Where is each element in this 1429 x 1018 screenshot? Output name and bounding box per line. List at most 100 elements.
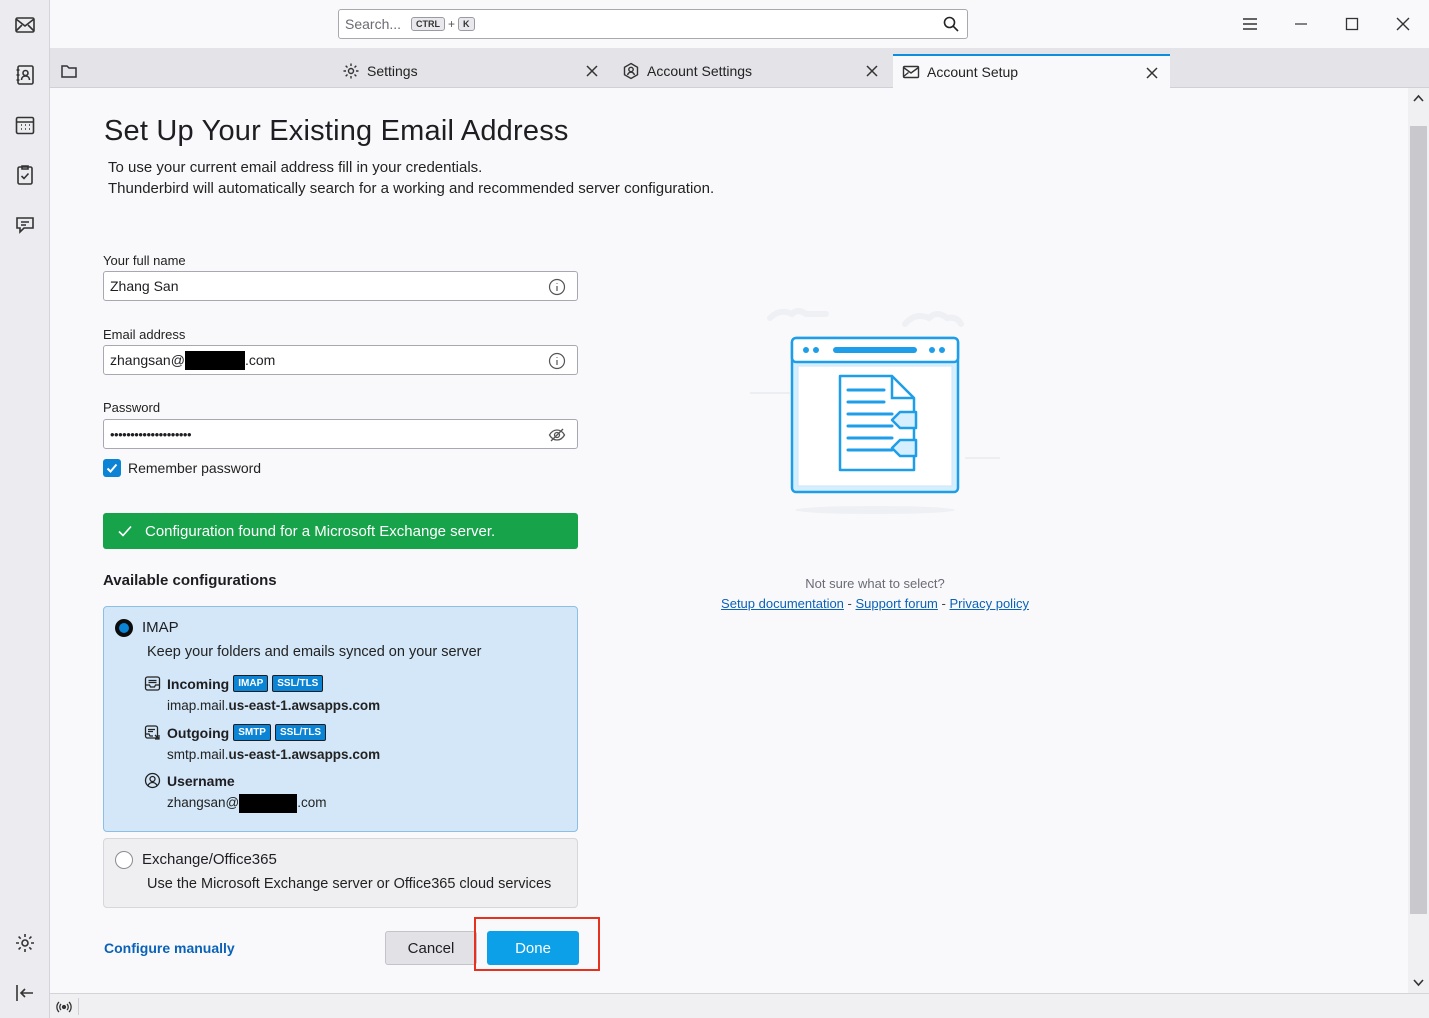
- incoming-label: Incoming: [167, 675, 230, 692]
- status-divider: [78, 998, 79, 1015]
- outgoing-protocol-badge: SMTP: [233, 724, 271, 741]
- email-suffix: .com: [244, 352, 276, 368]
- incoming-host-domain: us-east-1.awsapps.com: [228, 698, 381, 713]
- app-menu-button[interactable]: [1238, 12, 1262, 36]
- redacted-block: [184, 350, 245, 370]
- username-label: Username: [167, 772, 235, 789]
- email-label: Email address: [103, 327, 186, 342]
- global-search-input[interactable]: Search... CTRL + K: [338, 9, 968, 39]
- tab-account-setup[interactable]: Account Setup: [893, 54, 1170, 88]
- setup-illustration: [750, 308, 1000, 514]
- folder-icon: [61, 65, 77, 78]
- highlight-box: [474, 917, 600, 971]
- username-value: zhangsan@ .com: [167, 794, 327, 813]
- exchange-desc: Use the Microsoft Exchange server or Off…: [147, 876, 552, 892]
- full-name-input[interactable]: Zhang San: [103, 271, 578, 301]
- radio-selected-icon[interactable]: [115, 619, 133, 637]
- kbd-k: K: [458, 17, 475, 31]
- radio-unselected-icon[interactable]: [115, 851, 133, 869]
- tab-label: Settings: [367, 63, 418, 79]
- user-circle-icon: [144, 772, 161, 789]
- mail-icon[interactable]: [12, 12, 38, 38]
- link-separator: -: [941, 596, 946, 611]
- tasks-icon[interactable]: [12, 162, 38, 188]
- incoming-host-prefix: imap.mail.: [167, 698, 229, 713]
- maximize-icon: [1345, 17, 1359, 31]
- settings-gear-icon[interactable]: [12, 930, 38, 956]
- username-row: Username: [144, 772, 235, 789]
- close-icon: [866, 65, 878, 77]
- email-prefix: zhangsan@: [110, 352, 185, 368]
- username-suffix: .com: [297, 795, 327, 811]
- online-status-icon[interactable]: [56, 999, 72, 1015]
- outbox-icon: [144, 725, 160, 740]
- info-icon[interactable]: [548, 352, 566, 370]
- status-bar: [50, 993, 1429, 1018]
- checkmark-icon: [118, 525, 132, 537]
- close-icon: [1396, 17, 1410, 31]
- minimize-icon: [1295, 23, 1307, 25]
- checkbox-checked-icon[interactable]: [103, 459, 121, 477]
- maximize-button[interactable]: [1340, 12, 1364, 36]
- spaces-toolbar: [0, 0, 50, 1018]
- scroll-up-icon[interactable]: [1412, 92, 1425, 105]
- tab-close-button[interactable]: [1142, 63, 1162, 83]
- eye-slash-icon[interactable]: [548, 426, 566, 444]
- password-label: Password: [103, 400, 161, 415]
- tab-close-button[interactable]: [582, 61, 602, 81]
- minimize-button[interactable]: [1289, 12, 1313, 36]
- password-input[interactable]: ••••••••••••••••••••: [103, 419, 578, 449]
- exchange-title: Exchange/Office365: [142, 851, 277, 868]
- config-found-banner: Configuration found for a Microsoft Exch…: [103, 513, 578, 549]
- chat-icon[interactable]: [12, 212, 38, 238]
- kbd-ctrl: CTRL: [411, 17, 446, 31]
- tab-account-settings[interactable]: Account Settings: [622, 54, 890, 88]
- support-forum-link[interactable]: Support forum: [856, 596, 938, 611]
- privacy-policy-link[interactable]: Privacy policy: [949, 596, 1028, 611]
- account-setup-page: Set Up Your Existing Email Address To us…: [50, 88, 1408, 993]
- cancel-button[interactable]: Cancel: [385, 931, 477, 965]
- vertical-scrollbar[interactable]: [1408, 88, 1429, 993]
- configure-manually-link[interactable]: Configure manually: [104, 940, 235, 956]
- kbd-plus: +: [448, 17, 456, 31]
- full-name-label: Your full name: [103, 253, 186, 268]
- outgoing-host: smtp.mail.us-east-1.awsapps.com: [167, 747, 380, 762]
- account-icon: [623, 62, 639, 80]
- incoming-host: imap.mail.us-east-1.awsapps.com: [167, 698, 380, 713]
- address-book-icon[interactable]: [12, 62, 38, 88]
- imap-desc: Keep your folders and emails synced on y…: [147, 644, 482, 660]
- intro-line-1: To use your current email address fill i…: [108, 159, 483, 176]
- scroll-down-icon[interactable]: [1412, 976, 1425, 989]
- scrollbar-thumb[interactable]: [1410, 126, 1427, 914]
- collapse-toolbar-icon[interactable]: [12, 980, 38, 1006]
- tab-label: Account Settings: [647, 63, 753, 79]
- info-icon[interactable]: [548, 278, 566, 296]
- remember-password-label: Remember password: [128, 460, 262, 476]
- close-icon: [1146, 67, 1158, 79]
- config-option-imap[interactable]: IMAP Keep your folders and emails synced…: [103, 606, 578, 832]
- outgoing-row: Outgoing SMTP SSL/TLS: [144, 724, 327, 741]
- incoming-row: Incoming IMAP SSL/TLS: [144, 675, 324, 692]
- full-name-value: Zhang San: [110, 278, 179, 294]
- available-configurations-heading: Available configurations: [103, 572, 277, 589]
- folder-tab-button[interactable]: [60, 54, 100, 88]
- title-bar: Search... CTRL + K: [50, 0, 1429, 48]
- search-placeholder: Search...: [345, 16, 402, 32]
- help-links: Setup documentation - Support forum - Pr…: [650, 596, 1100, 611]
- hamburger-icon: [1243, 18, 1257, 30]
- remember-password-checkbox[interactable]: Remember password: [103, 459, 261, 477]
- setup-documentation-link[interactable]: Setup documentation: [721, 596, 844, 611]
- banner-text: Configuration found for a Microsoft Exch…: [145, 522, 496, 540]
- config-option-exchange[interactable]: Exchange/Office365 Use the Microsoft Exc…: [103, 838, 578, 908]
- calendar-icon[interactable]: [12, 112, 38, 138]
- link-separator: -: [847, 596, 852, 611]
- search-icon[interactable]: [943, 16, 959, 32]
- close-icon: [586, 65, 598, 77]
- tab-settings[interactable]: Settings: [342, 54, 610, 88]
- outgoing-label: Outgoing: [167, 724, 230, 741]
- email-input[interactable]: zhangsan@ .com: [103, 345, 578, 375]
- tab-close-button[interactable]: [862, 61, 882, 81]
- imap-title: IMAP: [142, 619, 179, 636]
- outgoing-host-prefix: smtp.mail.: [167, 747, 229, 762]
- close-window-button[interactable]: [1391, 12, 1415, 36]
